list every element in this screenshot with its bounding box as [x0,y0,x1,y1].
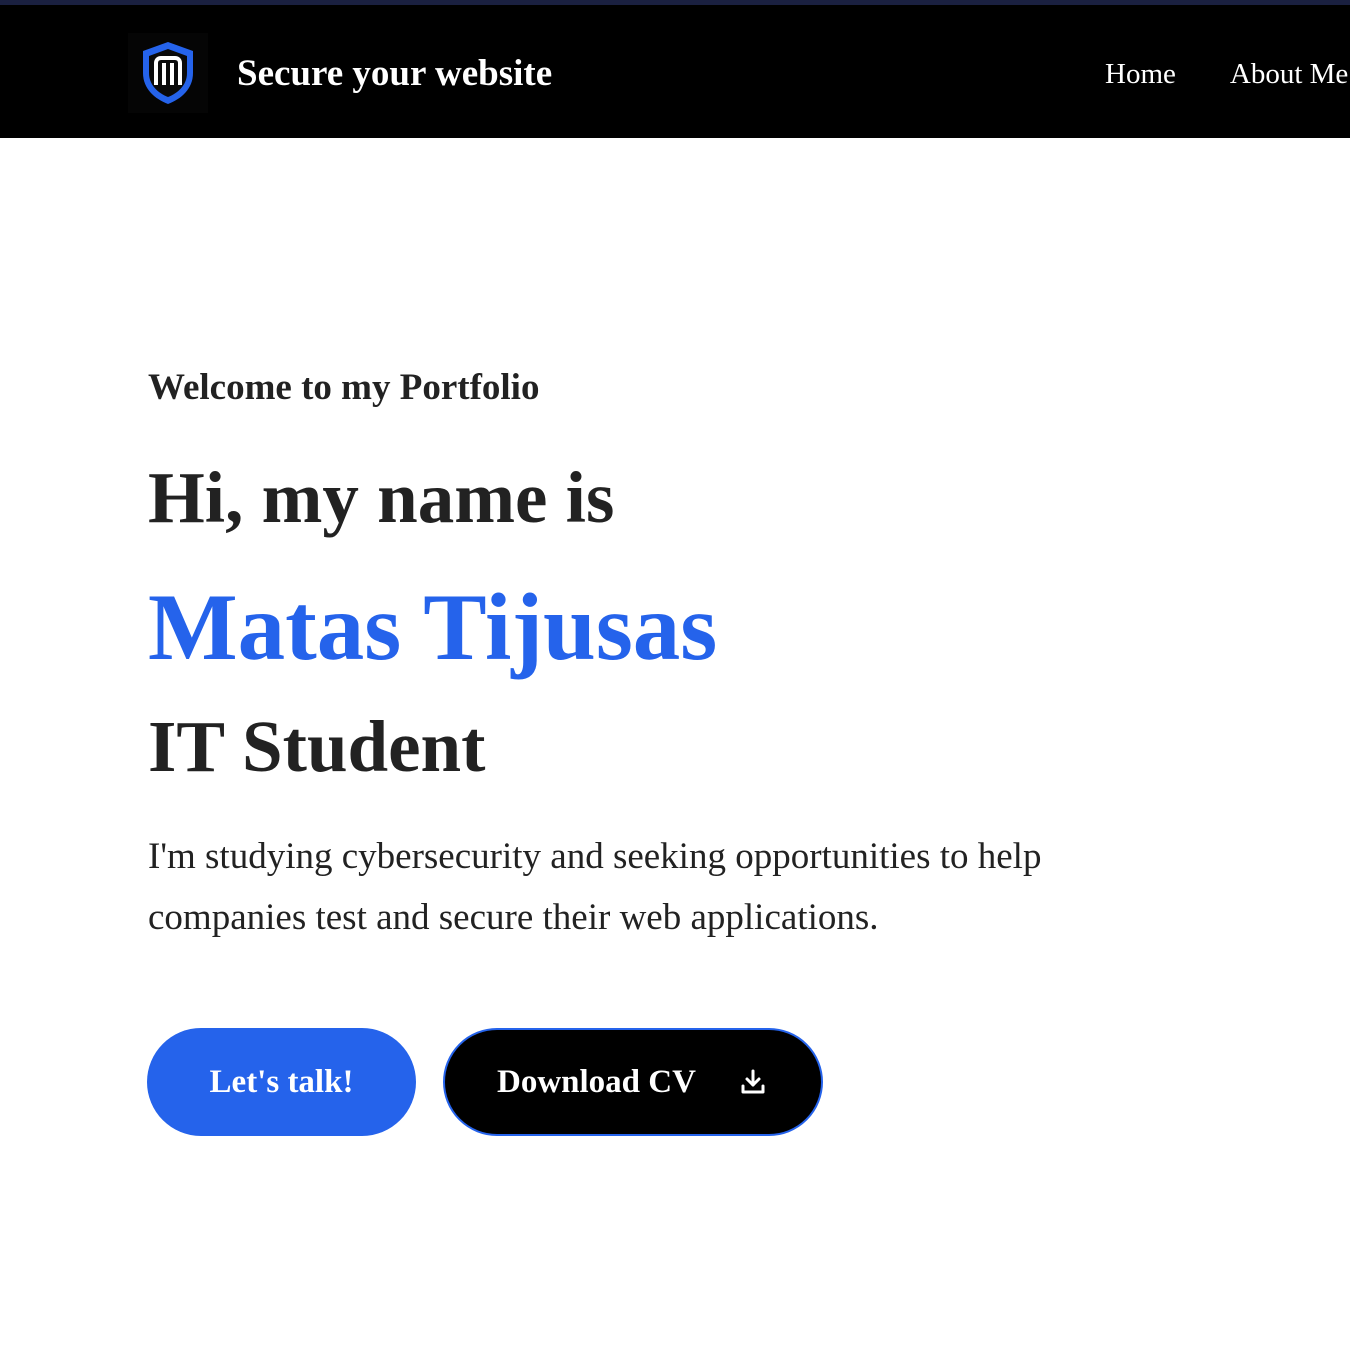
logo[interactable] [128,33,208,113]
greeting-heading: Hi, my name is [148,457,615,538]
welcome-heading: Welcome to my Portfolio [148,367,540,408]
site-header: Secure your website Home About Me [0,5,1350,138]
download-icon [739,1068,767,1096]
role-heading: IT Student [148,706,486,787]
lets-talk-button[interactable]: Let's talk! [147,1028,416,1136]
nav-item-home[interactable]: Home [1105,54,1176,94]
brand-title[interactable]: Secure your website [237,50,552,98]
download-cv-button[interactable]: Download CV [443,1028,823,1136]
nav-item-about-me[interactable]: About Me [1230,54,1348,94]
download-cv-label: Download CV [497,1064,696,1100]
hero-description: I'm studying cybersecurity and seeking o… [148,836,1042,938]
main-nav: Home About Me [1105,54,1348,94]
name-heading: Matas Tijusas [148,574,718,680]
shield-m-icon [143,42,193,104]
